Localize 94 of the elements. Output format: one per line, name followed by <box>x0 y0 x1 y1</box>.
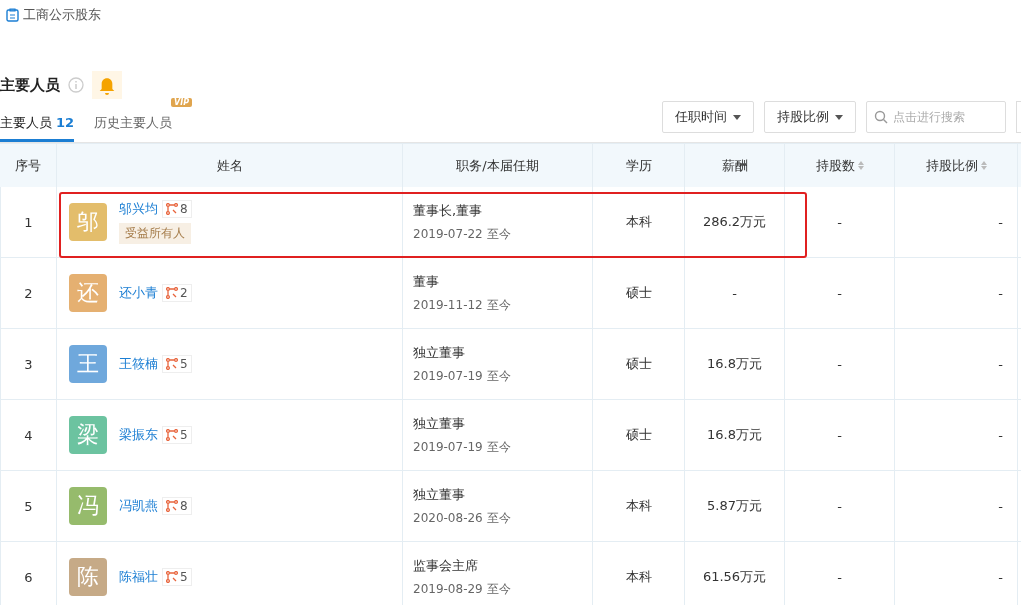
shares-cell: - <box>837 569 842 585</box>
term-text: 2019-07-22 至今 <box>413 225 511 243</box>
relation-count[interactable]: 5 <box>162 426 192 444</box>
relation-number: 5 <box>180 428 188 442</box>
info-icon[interactable] <box>68 77 84 93</box>
relation-number: 5 <box>180 570 188 584</box>
relation-number: 2 <box>180 286 188 300</box>
clipboard-icon <box>6 8 19 22</box>
position-text: 独立董事 <box>413 343 466 362</box>
column-header[interactable]: 持股数 <box>815 156 855 175</box>
term-text: 2020-08-26 至今 <box>413 509 511 527</box>
shares-cell: - <box>837 356 842 372</box>
shares-cell: - <box>837 498 842 514</box>
relation-count[interactable]: 5 <box>162 355 192 373</box>
column-header: 序号 <box>15 156 41 175</box>
row-number: 3 <box>24 356 33 372</box>
person-name-link[interactable]: 冯凯燕 <box>119 497 158 515</box>
relation-icon <box>166 203 178 215</box>
ratio-cell: - <box>998 285 1003 301</box>
education-cell: 本科 <box>625 213 652 231</box>
relation-icon <box>166 287 178 299</box>
name-avatar: 陈 <box>69 558 107 596</box>
ratio-cell: - <box>998 569 1003 585</box>
sort-icon[interactable] <box>857 161 864 170</box>
relation-number: 8 <box>180 499 188 513</box>
name-avatar: 邬 <box>69 203 107 241</box>
person-name-link[interactable]: 王筱楠 <box>119 355 158 373</box>
relation-icon <box>166 571 178 583</box>
relation-count[interactable]: 8 <box>162 200 192 218</box>
position-text: 独立董事 <box>413 485 466 504</box>
salary-cell: 61.56万元 <box>702 568 767 586</box>
position-text: 董事长,董事 <box>413 201 484 220</box>
term-text: 2019-11-12 至今 <box>413 296 511 314</box>
caret-icon <box>835 114 843 120</box>
relation-number: 8 <box>180 202 188 216</box>
column-header: 学历 <box>625 156 652 175</box>
relation-count[interactable]: 5 <box>162 568 192 586</box>
relation-count[interactable]: 2 <box>162 284 192 302</box>
beneficial-owner-tag: 受益所有人 <box>119 223 191 244</box>
row-number: 5 <box>24 498 33 514</box>
column-header: 职务/本届任期 <box>456 156 539 175</box>
shares-cell: - <box>837 427 842 443</box>
relation-icon <box>166 429 178 441</box>
column-header: 薪酬 <box>721 156 748 175</box>
shares-cell: - <box>837 285 842 301</box>
row-number: 1 <box>24 214 33 230</box>
row-number: 2 <box>24 285 33 301</box>
column-header: 姓名 <box>216 156 243 175</box>
filter-dropdown[interactable]: 持股比例 <box>764 101 856 133</box>
position-text: 独立董事 <box>413 414 466 433</box>
education-cell: 硕士 <box>625 284 652 302</box>
education-cell: 本科 <box>625 568 652 586</box>
salary-cell: - <box>732 285 737 301</box>
salary-cell: 286.2万元 <box>702 213 767 231</box>
search-icon <box>874 110 888 124</box>
shareholder-link[interactable]: 工商公示股东 <box>23 6 101 24</box>
relation-icon <box>166 500 178 512</box>
education-cell: 硕士 <box>625 426 652 444</box>
row-number: 4 <box>24 427 33 443</box>
name-avatar: 还 <box>69 274 107 312</box>
shares-cell: - <box>837 214 842 230</box>
caret-icon <box>733 114 741 120</box>
relation-count[interactable]: 8 <box>162 497 192 515</box>
vip-badge: VIP <box>171 98 193 107</box>
position-text: 董事 <box>413 272 440 291</box>
row-number: 6 <box>24 569 33 585</box>
section-title: 主要人员 <box>0 75 60 95</box>
bell-icon[interactable] <box>92 71 122 99</box>
person-name-link[interactable]: 梁振东 <box>119 426 158 444</box>
name-avatar: 梁 <box>69 416 107 454</box>
person-name-link[interactable]: 邬兴均 <box>119 200 158 218</box>
sort-icon[interactable] <box>980 161 987 170</box>
ratio-cell: - <box>998 356 1003 372</box>
ratio-cell: - <box>998 427 1003 443</box>
filter-dropdown[interactable]: 任职时间 <box>662 101 754 133</box>
name-avatar: 冯 <box>69 487 107 525</box>
ratio-cell: - <box>998 214 1003 230</box>
term-text: 2019-07-19 至今 <box>413 367 511 385</box>
term-text: 2019-07-19 至今 <box>413 438 511 456</box>
column-header[interactable]: 持股比例 <box>925 156 978 175</box>
education-cell: 硕士 <box>625 355 652 373</box>
education-cell: 本科 <box>625 497 652 515</box>
position-text: 监事会主席 <box>413 556 479 575</box>
salary-cell: 16.8万元 <box>707 426 762 444</box>
person-name-link[interactable]: 陈福壮 <box>119 568 158 586</box>
name-avatar: 王 <box>69 345 107 383</box>
search-field[interactable]: 点击进行搜索 <box>866 101 1006 133</box>
person-name-link[interactable]: 还小青 <box>119 284 158 302</box>
term-text: 2019-08-29 至今 <box>413 580 511 598</box>
salary-cell: 16.8万元 <box>707 355 762 373</box>
relation-number: 5 <box>180 357 188 371</box>
relation-icon <box>166 358 178 370</box>
ratio-cell: - <box>998 498 1003 514</box>
salary-cell: 5.87万元 <box>707 497 762 515</box>
